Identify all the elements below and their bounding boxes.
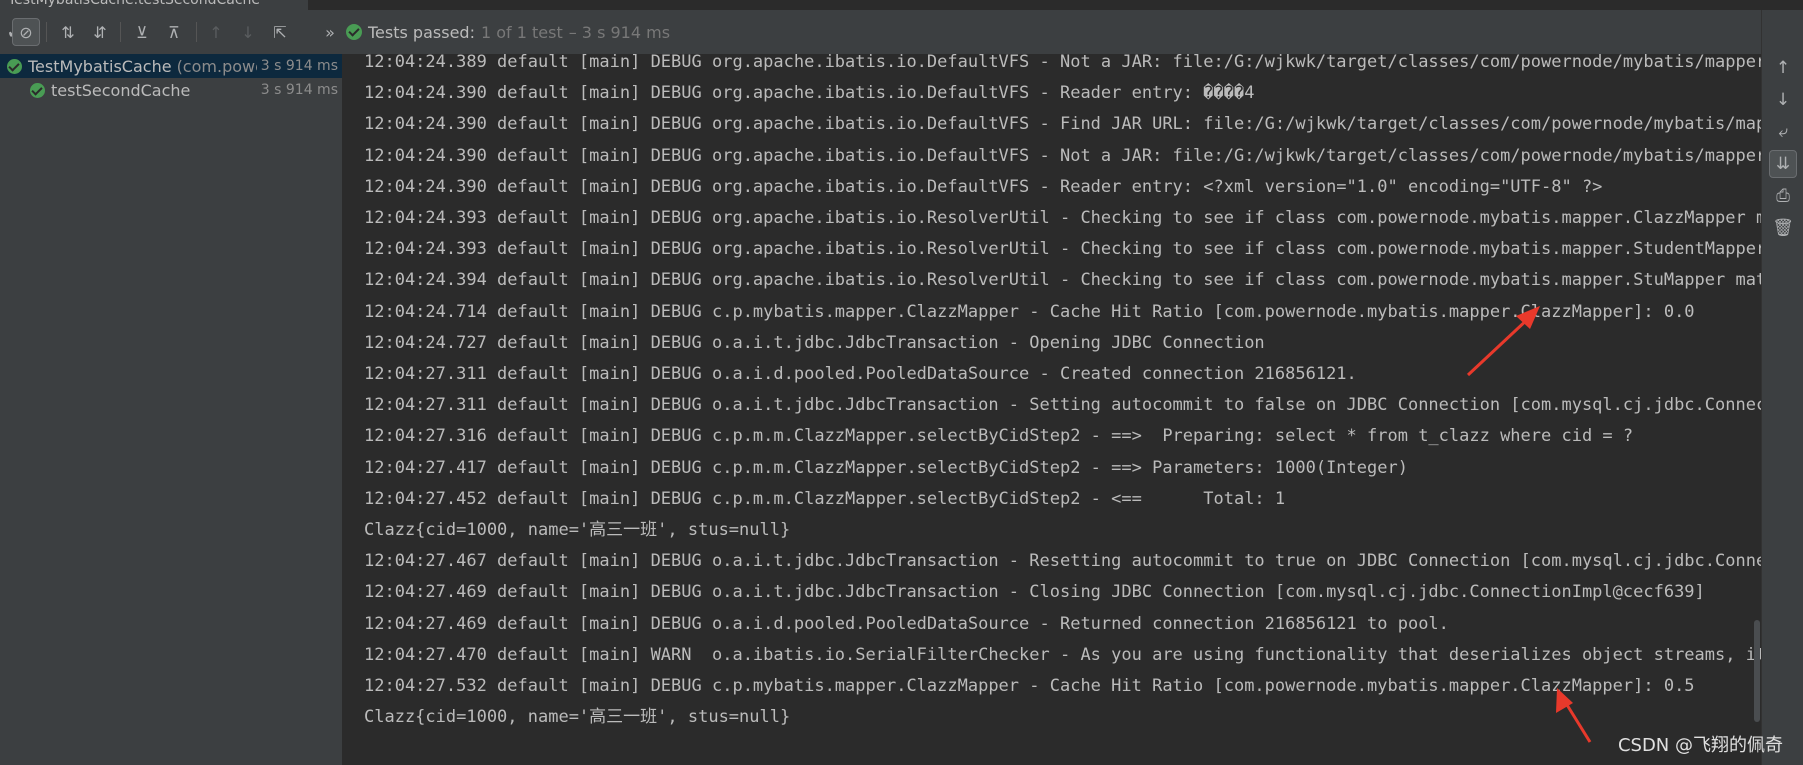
console-line: 12:04:27.316 default [main] DEBUG c.p.m.…: [364, 426, 1634, 447]
toolbar-divider: [46, 22, 47, 42]
next-icon[interactable]: ↓: [234, 18, 262, 46]
console-line: Clazz{cid=1000, name='高三一班', stus=null}: [364, 520, 791, 540]
console-line: 12:04:24.390 default [main] DEBUG org.ap…: [364, 176, 1603, 197]
tree-item-child[interactable]: testSecondCache 3 s 914 ms: [0, 78, 342, 102]
print-icon[interactable]: ⎙: [1769, 182, 1797, 210]
soft-wrap-icon[interactable]: ⤶: [1769, 118, 1797, 146]
sort-alpha-icon[interactable]: ⇅: [54, 18, 82, 46]
watermark: CSDN @飞翔的佩奇: [1617, 735, 1783, 756]
console-line: 12:04:24.390 default [main] DEBUG org.ap…: [364, 145, 1761, 166]
more-icon[interactable]: »: [316, 18, 344, 46]
console-line: 12:04:27.469 default [main] DEBUG o.a.i.…: [364, 613, 1449, 634]
tree-item-root[interactable]: TestMybatisCache (com.powernc 3 s 914 ms: [0, 54, 342, 78]
tree-root-time: 3 s 914 ms: [256, 58, 338, 74]
console-line: 12:04:24.727 default [main] DEBUG o.a.i.…: [364, 332, 1265, 353]
console-line: 12:04:24.389 default [main] DEBUG org.ap…: [364, 54, 1761, 72]
status-duration: – 3 s 914 ms: [568, 22, 671, 42]
test-runner-toolbar: ✔ ⊘ ⇅ ⇵ ⊻ ⊼ ↑ ↓ ⇱ » Tests passed: 1 of 1…: [0, 10, 1803, 55]
show-ignored-icon[interactable]: ⊘: [12, 18, 40, 46]
status-count: 1 of 1 test: [480, 22, 563, 42]
console-output[interactable]: 12:04:24.389 default [main] DEBUG org.ap…: [343, 54, 1761, 765]
console-line: 12:04:24.394 default [main] DEBUG org.ap…: [364, 270, 1761, 291]
console-line: 12:04:24.390 default [main] DEBUG org.ap…: [364, 114, 1761, 135]
console-line: 12:04:27.311 default [main] DEBUG o.a.i.…: [364, 364, 1357, 384]
console-line: 12:04:27.417 default [main] DEBUG c.p.m.…: [364, 457, 1408, 478]
console-line: 12:04:27.311 default [main] DEBUG o.a.i.…: [364, 395, 1761, 416]
console-line: 12:04:27.470 default [main] WARN o.a.iba…: [364, 644, 1761, 665]
scroll-to-end-icon[interactable]: ⇊: [1769, 150, 1797, 178]
toolbar-divider: [120, 22, 121, 42]
previous-icon[interactable]: ↑: [202, 18, 230, 46]
console-line: 12:04:27.532 default [main] DEBUG c.p.my…: [364, 676, 1695, 696]
scroll-up-icon[interactable]: ↑: [1769, 54, 1797, 82]
toolbar-divider: [196, 22, 197, 42]
console-line: 12:04:24.393 default [main] DEBUG org.ap…: [364, 208, 1761, 228]
status-passed-label: Tests passed:: [368, 22, 475, 42]
export-icon[interactable]: ⇱: [266, 18, 294, 46]
console-line: Clazz{cid=1000, name='高三一班', stus=null}: [364, 707, 791, 728]
tree-child-time: 3 s 914 ms: [260, 82, 338, 98]
console-line: 12:04:24.390 default [main] DEBUG org.ap…: [364, 83, 1255, 104]
passed-check-icon: [30, 82, 45, 98]
passed-check-icon: [7, 58, 22, 74]
console-line: 12:04:24.393 default [main] DEBUG org.ap…: [364, 239, 1761, 260]
console-line: 12:04:27.469 default [main] DEBUG o.a.i.…: [364, 582, 1705, 603]
clear-icon[interactable]: 🗑: [1769, 214, 1797, 242]
console-scrollbar[interactable]: [1754, 620, 1760, 722]
expand-all-icon[interactable]: ⊻: [128, 18, 156, 46]
tree-root-name: TestMybatisCache: [28, 56, 172, 76]
console-side-toolbar: ↑ ↓ ⤶ ⇊ ⎙ 🗑: [1761, 10, 1803, 765]
console-line: 12:04:27.467 default [main] DEBUG o.a.i.…: [364, 551, 1761, 572]
tree-child-name: testSecondCache: [51, 80, 191, 100]
passed-check-icon: [346, 24, 362, 40]
console-line: 12:04:24.714 default [main] DEBUG c.p.my…: [364, 301, 1695, 322]
scroll-down-icon[interactable]: ↓: [1769, 86, 1797, 114]
collapse-all-icon[interactable]: ⊼: [160, 18, 188, 46]
console-line: 12:04:27.452 default [main] DEBUG c.p.m.…: [364, 488, 1286, 509]
sort-duration-icon[interactable]: ⇵: [86, 18, 114, 46]
test-tree-panel: TestMybatisCache (com.powernc 3 s 914 ms…: [0, 54, 343, 765]
test-status: Tests passed: 1 of 1 test – 3 s 914 ms: [346, 18, 670, 46]
